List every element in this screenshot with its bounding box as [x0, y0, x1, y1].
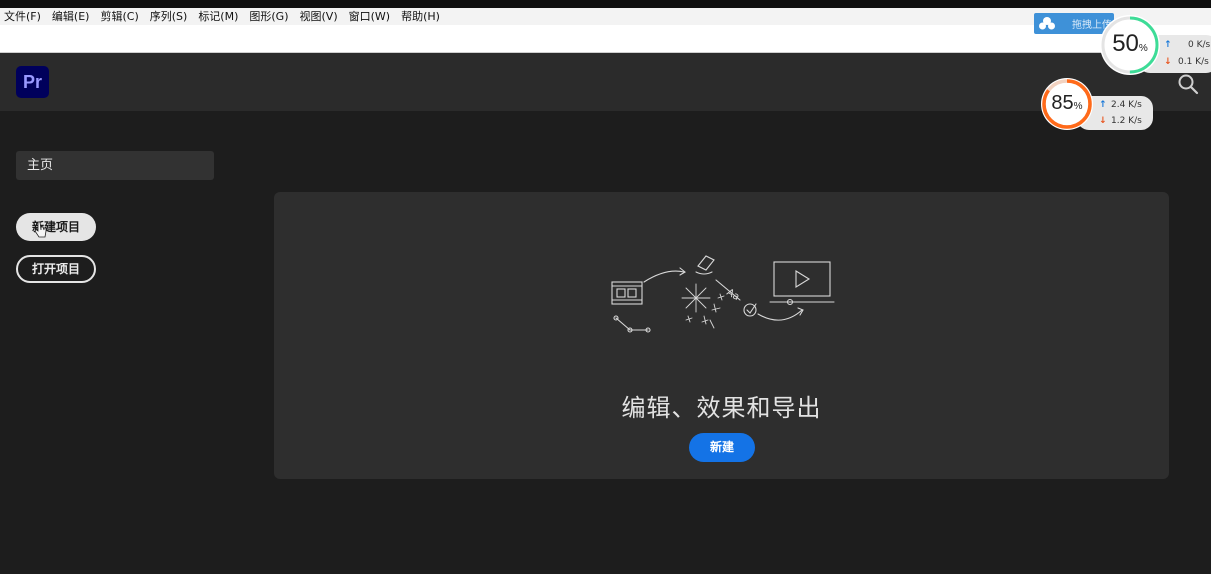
cloud-icon	[1039, 17, 1055, 30]
open-project-button[interactable]: 打开项目	[16, 255, 96, 283]
memory-gauge: 50%	[1100, 15, 1160, 75]
sidebar-item-home[interactable]: 主页	[16, 151, 214, 180]
download-arrow-icon: ↓	[1164, 57, 1172, 67]
menu-graphics[interactable]: 图形(G)	[249, 8, 288, 25]
get-started-card: Aa 编辑、效果和导出 新建	[274, 192, 1169, 479]
hand-cursor-icon	[34, 221, 47, 238]
upload-rate-2: ↑ 2.4 K/s	[1099, 100, 1142, 110]
edit-effects-export-illustration: Aa	[611, 255, 835, 333]
menu-bar: 文件(F) 编辑(E) 剪辑(C) 序列(S) 标记(M) 图形(G) 视图(V…	[0, 8, 1211, 25]
screen: 文件(F) 编辑(E) 剪辑(C) 序列(S) 标记(M) 图形(G) 视图(V…	[0, 0, 1211, 574]
card-title: 编辑、效果和导出	[621, 394, 822, 422]
new-project-button[interactable]: 新建项目	[16, 213, 96, 241]
download-rate: ↓ 0.1 K/s	[1164, 57, 1209, 67]
menu-window[interactable]: 窗口(W)	[349, 8, 390, 25]
cpu-percent: 85%	[1051, 92, 1083, 114]
search-icon	[1178, 74, 1199, 95]
upload-arrow-icon: ↑	[1164, 40, 1172, 50]
menu-markers[interactable]: 标记(M)	[198, 8, 238, 25]
menu-sequence[interactable]: 序列(S)	[150, 8, 188, 25]
network-speed-widget[interactable]: ↑ 0 K/s ↓ 0.1 K/s 50%	[1100, 15, 1211, 75]
network-speed-widget-2[interactable]: ↑ 2.4 K/s ↓ 1.2 K/s 85%	[1041, 78, 1153, 130]
home-screen: 主页 新建项目 打开项目 Aa 编辑、效果和导出 新建	[0, 111, 1211, 574]
upload-arrow-icon: ↑	[1099, 100, 1107, 110]
toolbar-strip	[0, 25, 1211, 53]
download-arrow-icon: ↓	[1099, 116, 1107, 126]
menu-edit[interactable]: 编辑(E)	[52, 8, 90, 25]
memory-percent: 50%	[1112, 30, 1148, 57]
menu-file[interactable]: 文件(F)	[4, 8, 41, 25]
menu-clip[interactable]: 剪辑(C)	[100, 8, 138, 25]
create-new-button[interactable]: 新建	[689, 433, 755, 462]
app-header: Pr	[0, 53, 1211, 111]
upload-rate: ↑ 0 K/s	[1164, 40, 1211, 50]
download-rate-2: ↓ 1.2 K/s	[1099, 116, 1142, 126]
cpu-gauge: 85%	[1041, 78, 1093, 130]
menu-view[interactable]: 视图(V)	[300, 8, 338, 25]
menu-help[interactable]: 帮助(H)	[401, 8, 440, 25]
premiere-logo: Pr	[16, 66, 49, 98]
title-bar	[0, 0, 1211, 8]
search-button[interactable]	[1176, 72, 1200, 96]
